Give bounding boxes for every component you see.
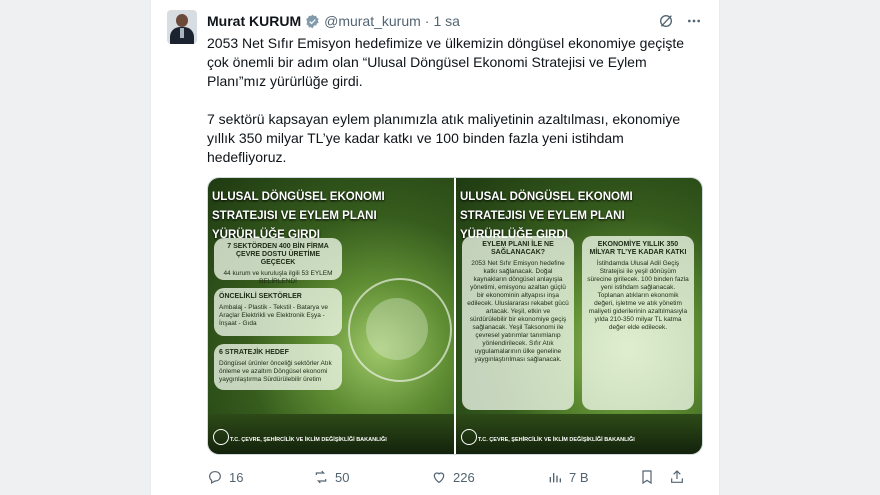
media-image-right[interactable]: Ulusal Döngüsel Ekonomi Stratejisi ve Ey…	[454, 178, 702, 454]
tweet-header: Murat KURUM @murat_kurum · 1 sa	[207, 12, 460, 30]
moss-ground	[208, 414, 454, 454]
info-box-firms: 7 SEKTÖRDEN 400 BİN FİRMA ÇEVRE DOSTU ÜR…	[214, 238, 342, 285]
tweet-paragraph-1: 2053 Net Sıfır Emisyon hedefimize ve ülk…	[207, 35, 685, 89]
bookmark-button[interactable]	[639, 469, 669, 485]
reply-count: 16	[229, 469, 244, 485]
media-title-left: Ulusal Döngüsel Ekonomi Stratejisi ve Ey…	[212, 191, 385, 241]
media-image-left[interactable]: Ulusal Döngüsel Ekonomi Stratejisi ve Ey…	[208, 178, 454, 454]
ministry-label-left: T.C. ÇEVRE, ŞEHİRCİLİK VE İKLİM DEĞİŞİKL…	[230, 437, 387, 443]
author-handle[interactable]: @murat_kurum	[324, 13, 421, 29]
info-box-sectors: ÖNCELİKLİ SEKTÖRLER Ambalaj - Plastik - T…	[214, 288, 342, 336]
repost-button[interactable]: 50	[313, 469, 431, 485]
repost-icon	[315, 470, 327, 484]
separator: ·	[424, 13, 430, 29]
repost-count: 50	[335, 469, 350, 485]
views-count: 7 B	[569, 469, 589, 485]
like-icon	[433, 472, 445, 484]
info-box-economy: EKONOMİYE YILLIK 350 MİLYAR TL’YE KADAR …	[582, 236, 694, 410]
tweet-paragraph-2: 7 sektörü kapsayan eylem planımızla atık…	[207, 111, 681, 165]
moss-ground	[456, 414, 702, 454]
share-button[interactable]	[669, 469, 693, 485]
bookmark-icon	[642, 470, 652, 485]
verified-badge-icon	[306, 14, 319, 28]
more-icon[interactable]	[685, 12, 703, 30]
ministry-seal-icon	[461, 429, 477, 445]
tweet-media[interactable]: Ulusal Döngüsel Ekonomi Stratejisi ve Ey…	[207, 177, 703, 455]
views-button[interactable]: 7 B	[547, 469, 639, 485]
info-box-goals: 6 STRATEJİK HEDEF Döngüsel ürünler önceli…	[214, 344, 342, 390]
ministry-seal-icon	[213, 429, 229, 445]
ministry-label-right: T.C. ÇEVRE, ŞEHİRCİLİK VE İKLİM DEĞİŞİKL…	[478, 437, 635, 443]
grok-icon[interactable]	[657, 12, 675, 30]
tweet-top-actions	[657, 12, 703, 30]
like-button[interactable]: 226	[431, 469, 547, 485]
like-count: 226	[453, 469, 475, 485]
reply-icon	[209, 471, 221, 485]
views-icon	[549, 473, 561, 483]
avatar[interactable]	[167, 10, 197, 44]
info-box-outcomes: EYLEM PLANI İLE NE SAĞLANACAK? 2053 Net S…	[462, 236, 574, 410]
tweet-text: 2053 Net Sıfır Emisyon hedefimize ve ülk…	[207, 34, 707, 186]
tweet-card: Murat KURUM @murat_kurum · 1 sa 2053 Net…	[150, 0, 720, 495]
recycle-globe-graphic	[366, 298, 428, 360]
share-icon	[671, 470, 683, 483]
tweet-actions-bar: 16 50 226 7 B	[207, 467, 697, 487]
reply-button[interactable]: 16	[207, 469, 313, 485]
timestamp[interactable]: 1 sa	[433, 13, 459, 29]
author-name[interactable]: Murat KURUM	[207, 13, 301, 29]
